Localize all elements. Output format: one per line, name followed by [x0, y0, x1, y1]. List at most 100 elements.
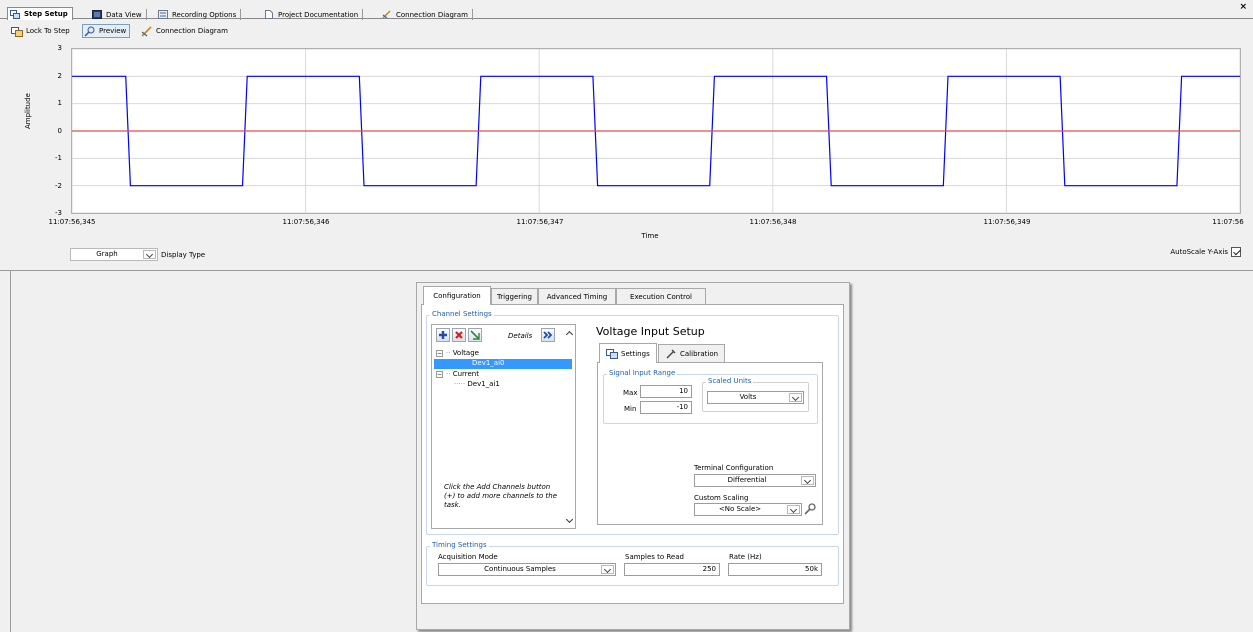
x-tick-label: 11:07:56,345: [48, 218, 96, 226]
x-tick-label: 11:07:56: [1212, 218, 1244, 226]
tree-node-label: Current: [452, 370, 479, 378]
tree-node-dev1-ai0[interactable]: Dev1_ai0: [434, 359, 572, 369]
y-tick-label: 2: [57, 72, 62, 80]
tab-project-documentation[interactable]: Project Documentation: [262, 9, 364, 20]
y-tick-label: 3: [57, 44, 62, 52]
scroll-up-icon[interactable]: [565, 329, 573, 337]
panel-divider: [10, 271, 11, 632]
connection-diagram-icon: [141, 25, 153, 37]
tree-node-dev1-ai1[interactable]: ····· Dev1_ai1: [454, 380, 500, 388]
calibration-icon: [666, 349, 676, 358]
voltage-input-setup-title: Voltage Input Setup: [596, 325, 705, 338]
channel-list[interactable]: Details − ·· Voltage Dev1_ai0 − ·· Current…: [431, 324, 576, 529]
terminal-configuration-label: Terminal Configuration: [694, 464, 774, 472]
min-label: Min: [624, 405, 637, 413]
samples-to-read-input[interactable]: 250: [624, 563, 720, 576]
double-chevron-right-icon: [543, 331, 553, 339]
custom-scaling-select[interactable]: <No Scale>: [694, 503, 802, 516]
scaled-units-title: Scaled Units: [706, 377, 754, 385]
add-channels-hint: Click the Add Channels button (+) to add…: [444, 483, 558, 509]
x-tick-label: 11:07:56,349: [983, 218, 1031, 226]
y-axis-label: Amplitude: [24, 93, 32, 129]
splitter[interactable]: [0, 270, 1253, 271]
autoscale-checkbox[interactable]: [1231, 247, 1241, 257]
tree-node-voltage[interactable]: − ·· Voltage: [436, 349, 479, 357]
details-label: Details: [508, 332, 533, 340]
magnifier-icon: [84, 26, 96, 37]
x-axis-label: Time: [641, 232, 659, 240]
tree-node-label: Dev1_ai1: [467, 380, 500, 388]
tab-execution-control[interactable]: Execution Control: [616, 288, 706, 304]
tab-label: Data View: [106, 10, 142, 19]
x-tick-label: 11:07:56,347: [516, 218, 564, 226]
max-input[interactable]: 10: [640, 385, 692, 398]
acquisition-mode-value: Continuous Samples: [484, 565, 556, 573]
settings-icon: [606, 348, 618, 359]
terminal-configuration-select[interactable]: Differential: [694, 474, 816, 487]
rate-label: Rate (Hz): [729, 553, 762, 561]
tab-connection-diagram[interactable]: Connection Diagram: [380, 9, 473, 20]
rate-input[interactable]: 50k: [728, 563, 822, 576]
autoscale-label: AutoScale Y-Axis: [1170, 248, 1228, 256]
tab-triggering[interactable]: Triggering: [491, 288, 538, 304]
y-tick-label: -3: [55, 209, 62, 217]
y-tick-label: -2: [55, 182, 62, 190]
lock-to-step-icon: [11, 26, 23, 37]
add-channel-button[interactable]: [436, 328, 450, 342]
chevron-down-icon[interactable]: [801, 476, 814, 485]
tab-settings[interactable]: Settings: [599, 343, 657, 363]
chevron-down-icon[interactable]: [787, 505, 800, 514]
x-tick-label: 11:07:56,346: [282, 218, 330, 226]
close-icon[interactable]: ×: [1239, 2, 1247, 12]
display-type-label: Display Type: [161, 251, 206, 259]
sort-icon: [470, 330, 480, 340]
data-view-icon: [92, 10, 102, 19]
lock-to-step-label: Lock To Step: [26, 27, 70, 35]
tab-calibration[interactable]: Calibration: [658, 344, 726, 362]
tab-recording-options[interactable]: Recording Options: [156, 9, 242, 20]
autoscale-toggle[interactable]: AutoScale Y-Axis: [1170, 247, 1241, 257]
terminal-configuration-value: Differential: [727, 476, 767, 484]
plot-area[interactable]: [71, 48, 1241, 214]
min-input[interactable]: -10: [640, 401, 692, 414]
graph-area: 3 2 1 0 -1 -2 -3 Amplitude 11:07:56,345 …: [0, 42, 1253, 270]
collapse-icon[interactable]: −: [436, 350, 443, 357]
acquisition-mode-select[interactable]: Continuous Samples: [438, 563, 616, 576]
channel-action-button[interactable]: [468, 328, 482, 342]
signal-input-range-title: Signal Input Range: [607, 369, 678, 377]
collapse-icon[interactable]: −: [436, 371, 443, 378]
tab-label: Calibration: [680, 349, 719, 358]
chevron-down-icon[interactable]: [789, 393, 802, 402]
display-type-select[interactable]: Graph: [70, 248, 158, 261]
timing-settings-title: Timing Settings: [430, 541, 489, 549]
top-tab-strip: Step Setup Data View Recording Options P…: [0, 0, 1253, 20]
plus-icon: [439, 331, 447, 339]
waveform-chart: [71, 48, 1241, 214]
scaled-units-select[interactable]: Volts: [707, 391, 804, 404]
custom-scaling-label: Custom Scaling: [694, 494, 749, 502]
tab-label: Connection Diagram: [396, 10, 468, 19]
chevron-down-icon[interactable]: [601, 565, 614, 574]
tab-configuration[interactable]: Configuration: [423, 286, 491, 305]
tab-step-setup[interactable]: Step Setup: [7, 7, 73, 20]
details-button[interactable]: [541, 328, 555, 342]
tab-label: Recording Options: [172, 10, 237, 19]
tree-node-label: Voltage: [452, 349, 479, 357]
recording-options-icon: [158, 10, 168, 19]
remove-channel-button[interactable]: [452, 328, 466, 342]
display-type-value: Graph: [96, 250, 118, 258]
tab-data-view[interactable]: Data View: [90, 9, 147, 20]
lock-to-step-button[interactable]: Lock To Step: [11, 24, 70, 38]
toolbar: Lock To Step Preview Connection Diagram: [0, 20, 1253, 42]
chevron-down-icon[interactable]: [143, 250, 156, 259]
max-label: Max: [623, 389, 638, 397]
document-icon: [264, 10, 274, 19]
wrench-icon[interactable]: [804, 503, 816, 515]
scaled-units-value: Volts: [739, 393, 757, 401]
tree-node-current[interactable]: − ·· Current: [436, 370, 479, 378]
connection-diagram-button[interactable]: Connection Diagram: [141, 24, 228, 38]
tab-advanced-timing[interactable]: Advanced Timing: [538, 288, 616, 304]
preview-button[interactable]: Preview: [82, 24, 131, 38]
scroll-down-icon[interactable]: [565, 517, 573, 525]
step-setup-icon: [10, 9, 20, 19]
